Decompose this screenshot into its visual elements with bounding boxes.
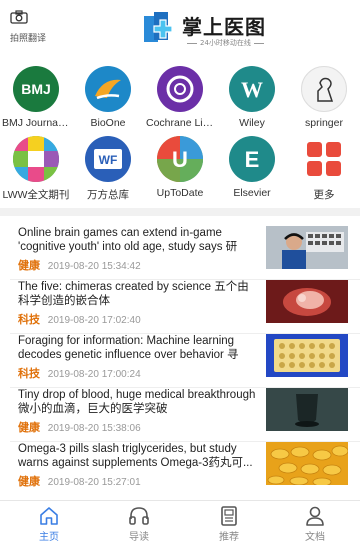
- news-thumbnail: [266, 280, 348, 323]
- bottom-nav: 主页 导读 推荐 文档: [0, 500, 360, 542]
- news-date: 2019-08-20 15:34:42: [47, 261, 141, 272]
- news-category: 科技: [18, 313, 40, 326]
- news-title[interactable]: Omega-3 pills slash triglycerides, but s…: [18, 442, 258, 470]
- nav-guide[interactable]: 导读: [94, 505, 184, 542]
- news-meta: 健康 2019-08-20 15:27:01: [18, 473, 141, 489]
- app-subtitle: 24小时移动在线: [184, 38, 267, 48]
- news-title[interactable]: Online brain games can extend in-game 'c…: [18, 226, 258, 254]
- home-icon: [40, 507, 58, 525]
- news-thumbnail: [266, 334, 348, 377]
- headphones-icon: [129, 507, 149, 525]
- db-item-uptodate[interactable]: U UpToDate: [144, 136, 216, 199]
- svg-text:U: U: [172, 147, 188, 172]
- photo-translate-button[interactable]: 拍照翻译: [10, 10, 54, 44]
- news-item[interactable]: The five: chimeras created by science 五个…: [0, 280, 360, 334]
- cochrane-icon: [157, 66, 203, 112]
- news-date: 2019-08-20 15:38:06: [47, 423, 141, 434]
- nav-recommend[interactable]: 推荐: [184, 505, 274, 542]
- app-header: 拍照翻译 掌上医图 24小时移动在线: [0, 0, 360, 54]
- news-item[interactable]: Tiny drop of blood, huge medical breakth…: [0, 388, 360, 442]
- bioone-icon: [85, 66, 131, 112]
- user-icon: [306, 506, 324, 526]
- document-icon: [221, 506, 237, 526]
- news-category: 健康: [18, 421, 40, 434]
- svg-text:WF: WF: [99, 153, 118, 167]
- db-item-elsevier[interactable]: E Elsevier: [216, 136, 288, 199]
- photo-translate-label: 拍照翻译: [10, 33, 47, 43]
- wanfang-icon: WF: [85, 136, 131, 182]
- svg-text:W: W: [241, 77, 263, 102]
- db-item-springer[interactable]: springer: [288, 66, 360, 129]
- section-divider: [0, 208, 360, 216]
- news-meta: 健康 2019-08-20 15:38:06: [18, 419, 141, 435]
- news-thumbnail: [266, 442, 348, 485]
- news-meta: 健康 2019-08-20 15:34:42: [18, 257, 141, 273]
- news-item[interactable]: Online brain games can extend in-game 'c…: [0, 226, 360, 280]
- news-date: 2019-08-20 17:00:24: [47, 369, 141, 380]
- db-item-cochrane[interactable]: Cochrane Libr...: [144, 66, 216, 129]
- news-date: 2019-08-20 17:02:40: [47, 315, 141, 326]
- nav-documents[interactable]: 文档: [270, 505, 360, 542]
- news-meta: 科技 2019-08-20 17:00:24: [18, 365, 141, 381]
- news-thumbnail: [266, 226, 348, 269]
- db-item-more[interactable]: 更多: [288, 136, 360, 202]
- app-logo-icon: [144, 12, 173, 42]
- news-title[interactable]: Tiny drop of blood, huge medical breakth…: [18, 388, 258, 416]
- news-thumbnail: [266, 388, 348, 431]
- wiley-icon: W: [229, 66, 275, 112]
- svg-text:E: E: [245, 147, 260, 172]
- db-item-wiley[interactable]: W Wiley: [216, 66, 288, 129]
- news-item[interactable]: Foraging for information: Machine learni…: [0, 334, 360, 388]
- news-category: 科技: [18, 367, 40, 380]
- db-item-bmj[interactable]: BMJ BMJ Journals...: [0, 66, 72, 129]
- bmj-icon: BMJ: [13, 66, 59, 112]
- news-category: 健康: [18, 259, 40, 272]
- lww-icon: [13, 136, 59, 182]
- camera-icon: [10, 10, 28, 24]
- springer-icon: [301, 66, 347, 112]
- db-item-wanfang[interactable]: WF 万方总库: [72, 136, 144, 202]
- elsevier-icon: E: [229, 136, 275, 182]
- news-title[interactable]: Foraging for information: Machine learni…: [18, 334, 258, 362]
- app-title: 掌上医图: [182, 15, 266, 39]
- uptodate-icon: U: [157, 136, 203, 182]
- nav-home[interactable]: 主页: [4, 505, 94, 542]
- news-category: 健康: [18, 475, 40, 488]
- db-item-lww[interactable]: LWW全文期刊: [0, 136, 72, 202]
- svg-text:BMJ: BMJ: [21, 81, 51, 97]
- news-title[interactable]: The five: chimeras created by science 五个…: [18, 280, 258, 308]
- more-icon: [301, 136, 347, 182]
- news-date: 2019-08-20 15:27:01: [47, 477, 141, 488]
- news-item[interactable]: Omega-3 pills slash triglycerides, but s…: [0, 442, 360, 496]
- db-item-bioone[interactable]: BioOne: [72, 66, 144, 129]
- news-meta: 科技 2019-08-20 17:02:40: [18, 311, 141, 327]
- database-grid: BMJ BMJ Journals... BioOne Cochrane Libr…: [0, 58, 360, 208]
